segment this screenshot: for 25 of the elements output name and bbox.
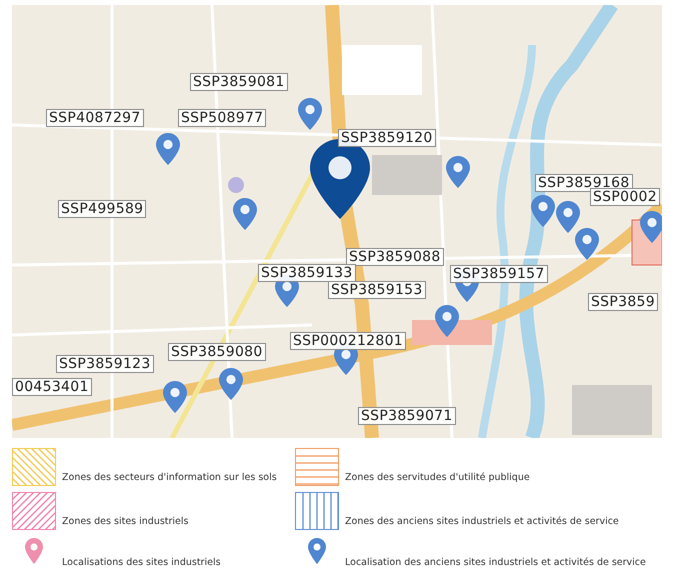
site-label: SSP3859153	[328, 281, 426, 299]
site-label: SSP3859071	[358, 407, 456, 425]
site-label: SSP508977	[178, 109, 266, 127]
legend-label: Zones des anciens sites industriels et activités de service	[345, 516, 619, 529]
site-label: SSP499589	[58, 200, 146, 218]
site-label: SSP3859157	[450, 265, 548, 283]
legend-label: Localisations des sites industriels	[62, 557, 221, 568]
legend-label: Zones des sites industriels	[62, 516, 188, 529]
site-label: SSP0002	[590, 188, 660, 206]
site-label: SSP000212801	[290, 332, 406, 350]
site-label: SSP3859081	[190, 73, 288, 91]
building	[372, 155, 442, 195]
site-label: 00453401	[12, 378, 92, 396]
site-label: SSP3859	[588, 293, 658, 311]
site-label: SSP3859168	[535, 174, 633, 192]
site-label: SSP3859123	[56, 355, 154, 373]
site-label: SSP3859133	[258, 264, 356, 282]
landmark-dot	[228, 177, 244, 193]
legend-label: Zones des servitudes d'utilité publique	[345, 472, 530, 485]
legend-label: Zones des secteurs d'information sur les sols	[62, 472, 277, 485]
legend-label: Localisation des anciens sites industriels et activités de service	[345, 557, 646, 568]
site-label: SSP3859088	[346, 248, 444, 266]
site-label: SSP3859080	[168, 343, 266, 361]
site-label: SSP3859120	[338, 129, 436, 147]
site-label: SSP4087297	[46, 109, 144, 127]
